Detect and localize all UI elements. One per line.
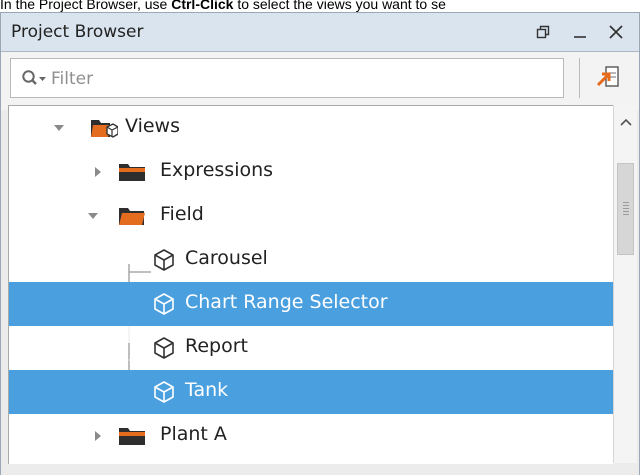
- vertical-scrollbar[interactable]: [613, 105, 637, 463]
- tree-item-tank[interactable]: Tank: [9, 370, 614, 414]
- expanded-arrow-icon[interactable]: [53, 122, 65, 134]
- tree-item-label: Views: [125, 115, 180, 137]
- filter-input[interactable]: [49, 65, 553, 93]
- restore-icon: [536, 25, 550, 39]
- caption-prefix: In the Project Browser, use: [0, 0, 172, 12]
- panel-title: Project Browser: [11, 22, 144, 42]
- scroll-up-arrow-icon[interactable]: [618, 115, 634, 129]
- tree-item-label: Carousel: [185, 247, 268, 269]
- tree-item-expressions[interactable]: Expressions: [9, 150, 614, 194]
- tree-item-label: Tank: [185, 379, 229, 401]
- project-tree: Views Expressions Field Carousel Chart R…: [8, 105, 614, 464]
- link-editor-button[interactable]: [595, 62, 623, 92]
- expanded-arrow-icon[interactable]: [87, 210, 99, 222]
- collapsed-arrow-icon[interactable]: [92, 166, 104, 178]
- view-cube-icon: [154, 293, 174, 315]
- scrollbar-thumb[interactable]: [617, 163, 634, 255]
- view-cube-icon: [154, 381, 174, 403]
- minimize-icon: [574, 36, 586, 38]
- tree-item-label: Report: [185, 335, 248, 357]
- caption-suffix: to select the views you want to se: [233, 0, 446, 12]
- tree-item-label: Expressions: [160, 159, 274, 181]
- tree-item-views[interactable]: Views: [9, 106, 614, 150]
- close-icon: [609, 25, 623, 39]
- collapsed-arrow-icon[interactable]: [92, 430, 104, 442]
- tree-item-report[interactable]: Report: [9, 326, 614, 370]
- toolbar-divider: [579, 58, 580, 98]
- search-dropdown-icon[interactable]: [21, 69, 47, 89]
- tree-item-field[interactable]: Field: [9, 194, 614, 238]
- filter-row: [1, 52, 639, 110]
- tree-item-label: Chart Range Selector: [185, 291, 388, 313]
- filter-box: [10, 58, 564, 98]
- caption-bold: Ctrl-Click: [171, 0, 234, 12]
- view-cube-icon: [154, 249, 174, 271]
- tree-item-label: Plant A: [160, 423, 227, 445]
- folder-icon: [119, 428, 145, 445]
- minimize-button[interactable]: [568, 19, 592, 45]
- tree-item-plant-a[interactable]: Plant A: [9, 414, 614, 458]
- folder-icon: [119, 164, 145, 181]
- restore-button[interactable]: [531, 19, 555, 45]
- views-folder-icon: [91, 120, 118, 138]
- tree-item-chart-range-selector[interactable]: Chart Range Selector: [9, 282, 614, 326]
- tree-item-label: Field: [160, 203, 204, 225]
- tree-item-carousel[interactable]: Carousel: [9, 238, 614, 282]
- folder-open-icon: [119, 208, 145, 225]
- title-bar: Project Browser: [1, 12, 639, 52]
- link-with-editor-icon: [596, 66, 619, 87]
- close-button[interactable]: [604, 19, 628, 45]
- view-cube-icon: [154, 337, 174, 359]
